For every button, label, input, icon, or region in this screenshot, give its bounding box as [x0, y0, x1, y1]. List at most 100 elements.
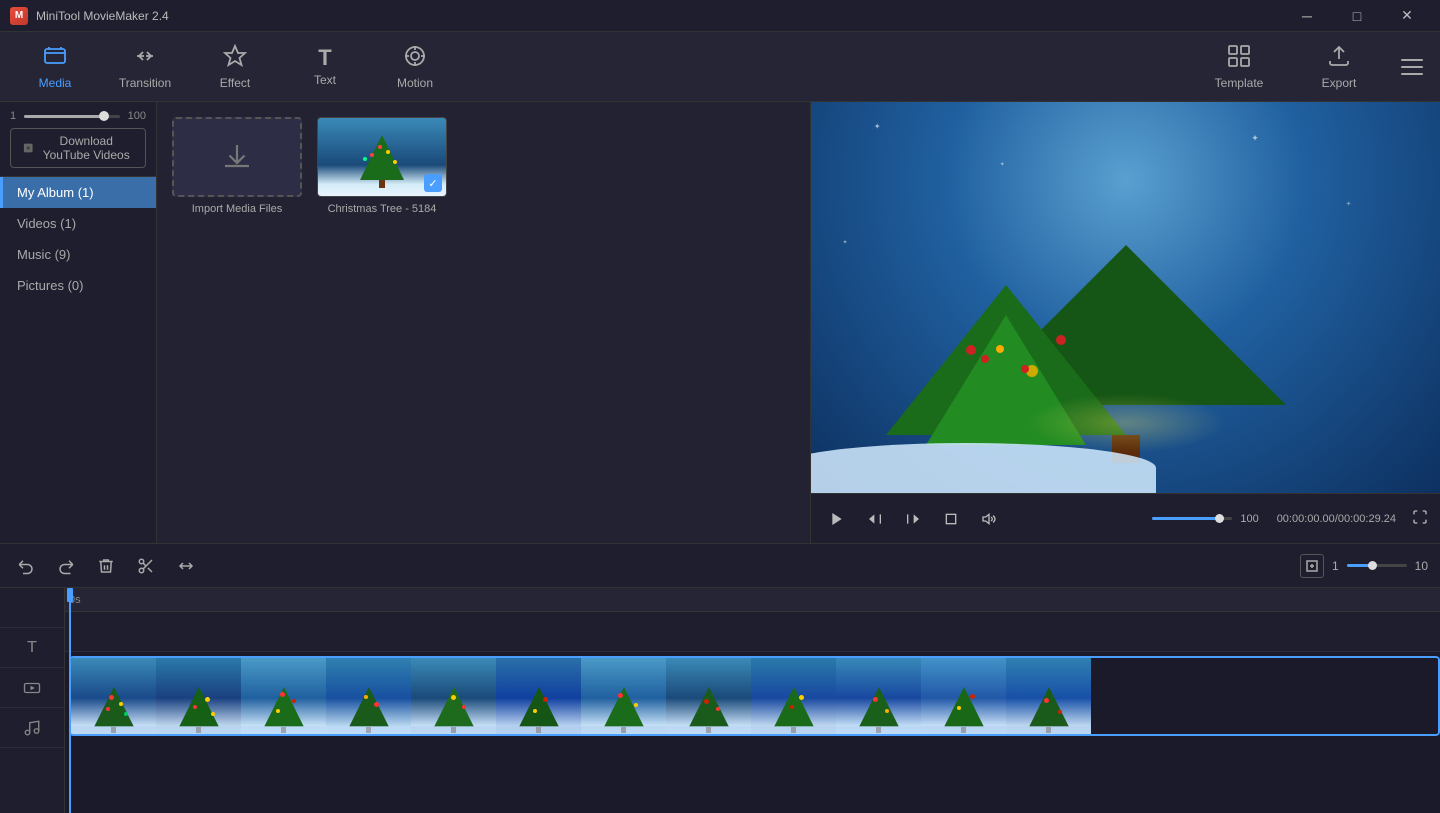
sidebar-item-music[interactable]: Music (9)	[0, 239, 156, 270]
my-album-count: (1)	[78, 185, 94, 200]
redo-icon	[57, 557, 75, 575]
christmas-tree-thumb[interactable]: ✓	[317, 117, 447, 197]
frame-8	[666, 658, 751, 736]
yt-area: Download YouTube Videos	[0, 124, 156, 177]
album-volume-row: 1 100	[0, 102, 156, 124]
brightness-value: 100	[128, 110, 146, 122]
track-label-text: T	[0, 628, 64, 668]
toolbar-effect-label: Effect	[220, 76, 250, 90]
audio-track	[65, 736, 1440, 786]
text-track	[65, 612, 1440, 652]
app-logo-icon: M	[10, 7, 28, 25]
toolbar-motion-label: Motion	[397, 76, 433, 90]
fullscreen-button[interactable]	[1412, 509, 1428, 528]
playhead[interactable]	[69, 588, 71, 813]
check-mark: ✓	[424, 174, 442, 192]
toolbar-motion[interactable]: Motion	[370, 36, 460, 98]
track-label-audio	[0, 708, 64, 748]
title-bar: M MiniTool MovieMaker 2.4 ─ □ ✕	[0, 0, 1440, 32]
frame-11	[921, 658, 1006, 736]
frame-10	[836, 658, 921, 736]
template-icon	[1227, 44, 1251, 72]
frame-9	[751, 658, 836, 736]
crop-button[interactable]	[937, 505, 965, 533]
redo-button[interactable]	[52, 552, 80, 580]
volume-button[interactable]	[975, 505, 1003, 533]
toolbar-export-label: Export	[1322, 76, 1357, 90]
speed-button[interactable]	[172, 552, 200, 580]
toolbar-template[interactable]: Template	[1194, 36, 1284, 98]
step-forward-icon	[905, 511, 921, 527]
menu-button[interactable]	[1394, 49, 1430, 85]
zoom-min-label: 1	[1332, 559, 1339, 573]
import-media-item[interactable]: Import Media Files	[172, 117, 302, 215]
sidebar-item-pictures[interactable]: Pictures (0)	[0, 270, 156, 301]
bottom-timeline-area: 1 10 T	[0, 543, 1440, 813]
timeline-zoom-area: 1 10	[1300, 554, 1428, 578]
left-panel: 1 100 Download YouTube Videos My Album (…	[0, 102, 157, 543]
toolbar-transition[interactable]: Transition	[100, 36, 190, 98]
media-grid: Import Media Files	[172, 117, 795, 215]
time-display: 00:00:00.00/00:00:29.24	[1277, 513, 1396, 525]
transition-icon	[133, 44, 157, 72]
fullscreen-icon	[1412, 509, 1428, 525]
toolbar-media[interactable]: Media	[10, 36, 100, 98]
export-icon	[1327, 44, 1351, 72]
preview-area: ✦ ✦ ✦ ✦ ✦	[810, 102, 1440, 543]
preview-frame: ✦ ✦ ✦ ✦ ✦	[811, 102, 1440, 493]
timeline-ruler: 0s	[65, 588, 1440, 612]
time-current: 00:00:00.00	[1277, 513, 1335, 525]
close-button[interactable]: ✕	[1384, 0, 1430, 32]
christmas-tree-item[interactable]: ✓ Christmas Tree - 5184	[317, 117, 447, 215]
motion-icon	[403, 44, 427, 72]
step-back-icon	[867, 511, 883, 527]
delete-button[interactable]	[92, 552, 120, 580]
preview-tree	[966, 245, 1286, 493]
volume-icon	[981, 511, 997, 527]
title-bar-left: M MiniTool MovieMaker 2.4	[10, 7, 169, 25]
media-area: Import Media Files	[157, 102, 810, 543]
frame-12	[1006, 658, 1091, 736]
videos-label: Videos (1)	[17, 216, 76, 231]
download-youtube-button[interactable]: Download YouTube Videos	[10, 128, 146, 168]
app-title: MiniTool MovieMaker 2.4	[36, 9, 169, 23]
pictures-label: Pictures (0)	[17, 278, 83, 293]
mini-xmas-tree	[360, 135, 404, 188]
undo-button[interactable]	[12, 552, 40, 580]
frame-2	[156, 658, 241, 736]
text-track-icon: T	[27, 639, 37, 657]
step-forward-button[interactable]	[899, 505, 927, 533]
track-label-ruler	[0, 588, 64, 628]
toolbar-export[interactable]: Export	[1294, 36, 1384, 98]
step-back-button[interactable]	[861, 505, 889, 533]
toolbar-right: Template Export	[1194, 36, 1430, 98]
frame-3	[241, 658, 326, 736]
scissors-button[interactable]	[132, 552, 160, 580]
timeline-tracks: 0s	[65, 588, 1440, 813]
volume-slider-track[interactable]	[1152, 517, 1232, 520]
christmas-tree-label: Christmas Tree - 5184	[328, 203, 437, 215]
timeline-expand-button[interactable]	[1300, 554, 1324, 578]
import-thumb[interactable]	[172, 117, 302, 197]
zoom-slider[interactable]	[1347, 564, 1407, 567]
playhead-top	[67, 588, 73, 602]
video-frame-strip	[69, 656, 1440, 736]
maximize-button[interactable]: □	[1334, 0, 1380, 32]
toolbar-media-label: Media	[39, 76, 72, 90]
frame-4	[326, 658, 411, 736]
volume-slider-area: 100	[1152, 513, 1258, 525]
sidebar-item-my-album[interactable]: My Album (1)	[0, 177, 156, 208]
sidebar-item-videos[interactable]: Videos (1)	[0, 208, 156, 239]
menu-line-3	[1401, 73, 1423, 75]
video-track[interactable]	[69, 656, 1440, 736]
volume-value: 100	[1240, 513, 1258, 525]
timeline-content: T 0s	[0, 588, 1440, 813]
scissors-icon	[137, 557, 155, 575]
play-button[interactable]	[823, 505, 851, 533]
toolbar-text[interactable]: T Text	[280, 36, 370, 98]
preview-controls: 100 00:00:00.00/00:00:29.24	[811, 493, 1440, 543]
minimize-button[interactable]: ─	[1284, 0, 1330, 32]
toolbar-effect[interactable]: Effect	[190, 36, 280, 98]
brightness-slider[interactable]	[24, 115, 120, 118]
preview-video[interactable]: ✦ ✦ ✦ ✦ ✦	[811, 102, 1440, 493]
